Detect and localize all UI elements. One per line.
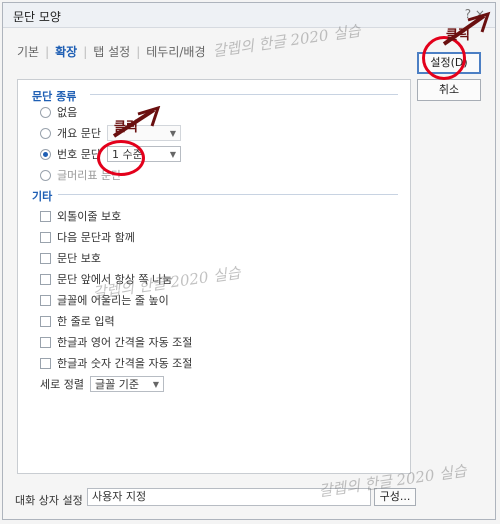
chevron-down-icon: ▼ bbox=[169, 149, 176, 159]
paragraph-shape-dialog: 문단 모양 ? × 기본 | 확장 | 탭 설정 | 테두리/배경 설정(D) 취소 문단 … bbox=[2, 2, 496, 520]
radio-bullet-paragraph[interactable]: 글머리표 문단 bbox=[40, 167, 121, 183]
ok-button[interactable]: 설정(D) bbox=[417, 52, 481, 74]
chevron-down-icon: ▼ bbox=[169, 128, 176, 138]
cancel-button[interactable]: 취소 bbox=[417, 79, 481, 101]
tab-border-background[interactable]: 테두리/배경 bbox=[146, 43, 205, 60]
section-divider bbox=[58, 194, 398, 195]
checkbox-korean-english-spacing[interactable]: 한글과 영어 간격을 자동 조절 bbox=[40, 334, 192, 350]
checkbox-keep-with-next[interactable]: 다음 문단과 함께 bbox=[40, 229, 135, 245]
dialog-title: 문단 모양 bbox=[13, 10, 61, 24]
checkbox[interactable] bbox=[40, 357, 51, 369]
radio-button-selected[interactable] bbox=[40, 148, 51, 160]
dialog-settings-label: 대화 상자 설정 bbox=[15, 494, 83, 507]
checkbox[interactable] bbox=[40, 210, 51, 222]
radio-button[interactable] bbox=[40, 127, 51, 139]
checkbox-paragraph-protect[interactable]: 문단 보호 bbox=[40, 250, 101, 266]
radio-none[interactable]: 없음 bbox=[40, 104, 77, 120]
radio-label: 번호 문단 bbox=[57, 148, 101, 161]
radio-outline-paragraph[interactable]: 개요 문단 ▼ bbox=[40, 125, 181, 141]
checkbox[interactable] bbox=[40, 252, 51, 264]
paragraph-type-heading: 문단 종류 bbox=[32, 90, 77, 103]
tab-basic[interactable]: 기본 bbox=[17, 43, 39, 60]
number-level-select[interactable]: 1 수준 ▼ bbox=[106, 146, 181, 162]
checkbox-font-line-height[interactable]: 글꼴에 어울리는 줄 높이 bbox=[40, 292, 169, 308]
chevron-down-icon: ▼ bbox=[152, 379, 159, 389]
vertical-align-row: 세로 정렬 글꼴 기준 ▼ bbox=[40, 376, 164, 392]
checkbox[interactable] bbox=[40, 273, 51, 285]
checkbox-label: 문단 앞에서 항상 쪽 나눔 bbox=[57, 273, 173, 286]
checkbox-widow-orphan[interactable]: 외톨이줄 보호 bbox=[40, 208, 121, 224]
radio-label: 글머리표 문단 bbox=[57, 169, 122, 182]
tab-separator: | bbox=[83, 45, 88, 59]
checkbox[interactable] bbox=[40, 294, 51, 306]
radio-label: 개요 문단 bbox=[57, 127, 101, 140]
checkbox-single-line-input[interactable]: 한 줄로 입력 bbox=[40, 313, 115, 329]
checkbox-label: 글꼴에 어울리는 줄 높이 bbox=[57, 294, 169, 307]
select-value: 글꼴 기준 bbox=[94, 378, 139, 391]
checkbox-page-break-before[interactable]: 문단 앞에서 항상 쪽 나눔 bbox=[40, 271, 172, 287]
radio-button[interactable] bbox=[40, 169, 51, 181]
select-value: 1 수준 bbox=[111, 148, 143, 161]
checkbox[interactable] bbox=[40, 336, 51, 348]
etc-heading: 기타 bbox=[32, 190, 53, 203]
checkbox-label: 문단 보호 bbox=[57, 252, 101, 265]
tab-tab-settings[interactable]: 탭 설정 bbox=[93, 43, 130, 60]
checkbox-korean-number-spacing[interactable]: 한글과 숫자 간격을 자동 조절 bbox=[40, 355, 192, 371]
outline-level-select: ▼ bbox=[106, 125, 181, 141]
vertical-align-label: 세로 정렬 bbox=[40, 378, 84, 391]
tab-bar: 기본 | 확장 | 탭 설정 | 테두리/배경 bbox=[17, 43, 206, 60]
tab-separator: | bbox=[45, 45, 50, 59]
section-divider bbox=[90, 94, 398, 95]
checkbox-label: 한글과 영어 간격을 자동 조절 bbox=[57, 336, 193, 349]
vertical-align-select[interactable]: 글꼴 기준 ▼ bbox=[89, 376, 164, 392]
checkbox-label: 한 줄로 입력 bbox=[57, 315, 115, 328]
title-bar: 문단 모양 ? × bbox=[3, 3, 495, 28]
extended-tab-panel: 문단 종류 없음 개요 문단 ▼ 번호 문단 1 수준 ▼ 글머리표 문단 기타 … bbox=[17, 79, 411, 474]
configure-button[interactable]: 구성... bbox=[374, 488, 416, 506]
radio-label: 없음 bbox=[57, 106, 78, 119]
checkbox[interactable] bbox=[40, 231, 51, 243]
checkbox[interactable] bbox=[40, 315, 51, 327]
radio-numbered-paragraph[interactable]: 번호 문단 1 수준 ▼ bbox=[40, 146, 181, 162]
checkbox-label: 다음 문단과 함께 bbox=[57, 231, 135, 244]
tab-extended[interactable]: 확장 bbox=[55, 43, 77, 60]
checkbox-label: 한글과 숫자 간격을 자동 조절 bbox=[57, 357, 193, 370]
checkbox-label: 외톨이줄 보호 bbox=[57, 210, 122, 223]
tab-separator: | bbox=[136, 45, 141, 59]
dialog-settings-select[interactable]: 사용자 지정 bbox=[87, 488, 371, 506]
title-bar-icons[interactable]: ? × bbox=[465, 7, 485, 21]
radio-button[interactable] bbox=[40, 106, 51, 118]
